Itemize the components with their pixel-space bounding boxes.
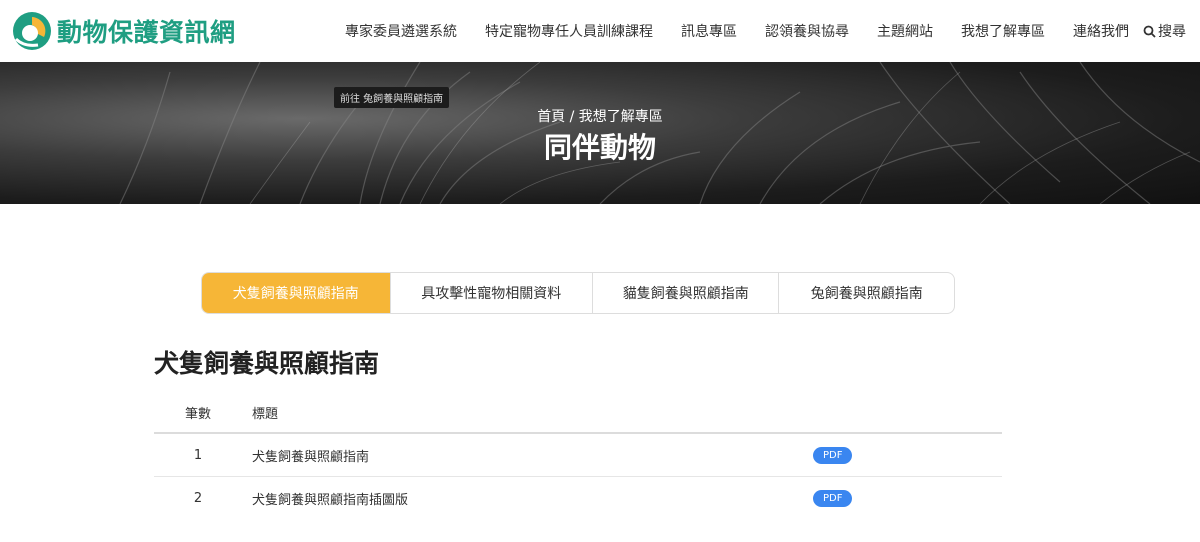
main-nav: 專家委員遴選系統 特定寵物專任人員訓練課程 訊息專區 認領養與協尋 主題網站 我… [345, 0, 1186, 62]
table-header: 筆數 標題 [154, 392, 1002, 434]
site-logo[interactable]: 動物保護資訊網 [10, 9, 236, 53]
nav-item-news[interactable]: 訊息專區 [681, 21, 737, 41]
row-number: 1 [193, 447, 203, 463]
row-number: 2 [193, 491, 203, 506]
goto-link[interactable]: 前往 兔飼養與照顧指南 [334, 87, 450, 108]
search-icon [1143, 25, 1156, 38]
site-name: 動物保護資訊網 [57, 18, 236, 47]
nav-item-theme-sites[interactable]: 主題網站 [877, 21, 933, 41]
guide-tabs: 犬隻飼養與照顧指南 具攻擊性寵物相關資料 貓隻飼養與照顧指南 兔飼養與照顧指南 [201, 272, 955, 314]
tab-rabbit-care-guide[interactable]: 兔飼養與照顧指南 [779, 273, 954, 313]
pdf-download-button[interactable]: PDF [813, 446, 853, 464]
section-title: 犬隻飼養與照顧指南 [154, 349, 380, 378]
table-row: 1 犬隻飼養與照顧指南 PDF [154, 434, 1002, 477]
nav-item-pet-staff-training[interactable]: 特定寵物專任人員訓練課程 [485, 21, 653, 41]
tab-dog-care-guide[interactable]: 犬隻飼養與照顧指南 [202, 273, 391, 313]
page-banner: 前往 兔飼養與照顧指南 首頁 / 我想了解專區 同伴動物 [0, 62, 1200, 204]
table-row: 2 犬隻飼養與照顧指南插圖版 PDF [154, 477, 1002, 520]
tab-cat-care-guide[interactable]: 貓隻飼養與照顧指南 [593, 273, 780, 313]
nav-item-learn-more[interactable]: 我想了解專區 [961, 21, 1045, 41]
pdf-download-button[interactable]: PDF [813, 490, 853, 507]
breadcrumb[interactable]: 首頁 / 我想了解專區 [0, 106, 1200, 126]
column-header-number: 筆數 [184, 406, 211, 422]
row-title-link[interactable]: 犬隻飼養與照顧指南 [242, 446, 813, 465]
document-table: 筆數 標題 1 犬隻飼養與照顧指南 PDF 2 犬隻飼養與照顧指南插圖版 PDF [154, 392, 1002, 520]
row-title-link[interactable]: 犬隻飼養與照顧指南插圖版 [242, 489, 813, 508]
column-header-title: 標題 [252, 406, 279, 422]
nav-item-contact[interactable]: 連絡我們 [1073, 21, 1129, 41]
tab-aggressive-pets[interactable]: 具攻擊性寵物相關資料 [391, 273, 593, 313]
search-button[interactable]: 搜尋 [1143, 21, 1186, 41]
nav-item-adoption[interactable]: 認領養與協尋 [765, 21, 849, 41]
nav-item-expert-selection[interactable]: 專家委員遴選系統 [345, 21, 457, 41]
site-header: 動物保護資訊網 專家委員遴選系統 特定寵物專任人員訓練課程 訊息專區 認領養與協… [0, 0, 1200, 62]
logo-mark-icon [13, 12, 51, 50]
search-label: 搜尋 [1158, 24, 1186, 40]
page-title: 同伴動物 [543, 131, 656, 164]
